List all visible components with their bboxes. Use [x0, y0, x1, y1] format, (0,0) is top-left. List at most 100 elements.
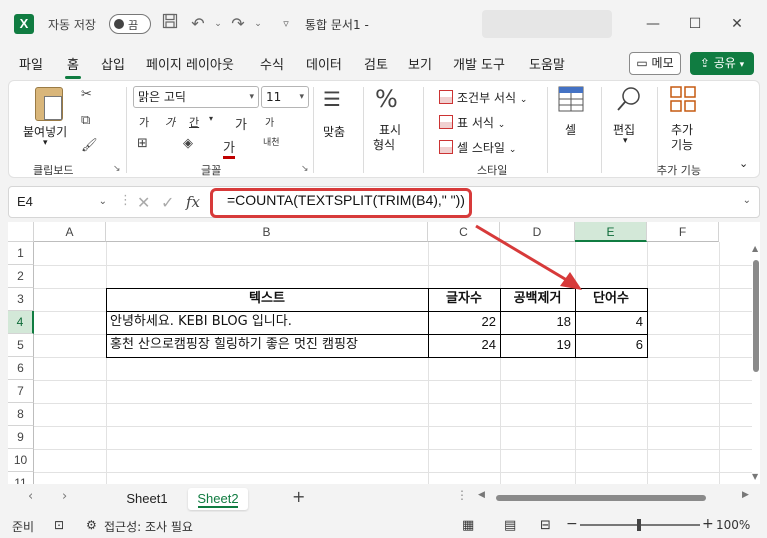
- column-header-a[interactable]: A: [34, 222, 106, 242]
- page-layout-view-icon[interactable]: ▤: [504, 518, 516, 533]
- row-header-9[interactable]: 9: [8, 426, 34, 449]
- vertical-scroll-thumb[interactable]: [753, 260, 759, 372]
- paste-dropdown-icon[interactable]: ▾: [43, 138, 48, 148]
- expand-formula-bar-icon[interactable]: ⌄: [743, 195, 751, 206]
- autosave-toggle[interactable]: 끔: [109, 14, 151, 34]
- vertical-scrollbar[interactable]: ▲ ▼: [752, 242, 760, 484]
- paste-icon[interactable]: [35, 87, 63, 121]
- row-header-11[interactable]: 11: [8, 472, 34, 484]
- scroll-down-icon[interactable]: ▼: [752, 472, 758, 481]
- editing-dropdown-icon[interactable]: ▾: [623, 136, 628, 146]
- conditional-format-button[interactable]: 조건부 서식 ⌄: [439, 89, 527, 106]
- tab-formulas[interactable]: 수식: [260, 54, 284, 73]
- tab-developer[interactable]: 개발 도구: [453, 54, 505, 73]
- page-break-view-icon[interactable]: ⊟: [540, 518, 551, 533]
- zoom-level[interactable]: 100%: [716, 518, 750, 532]
- table-cell[interactable]: 4: [575, 311, 647, 334]
- tab-review[interactable]: 검토: [364, 54, 388, 73]
- row-header-5[interactable]: 5: [8, 334, 34, 357]
- table-format-button[interactable]: 표 서식 ⌄: [439, 114, 505, 131]
- redo-dropdown-icon[interactable]: ⌄: [248, 13, 268, 35]
- row-header-6[interactable]: 6: [8, 357, 34, 380]
- redo-icon[interactable]: ↷: [228, 13, 248, 35]
- tab-file[interactable]: 파일: [19, 54, 43, 73]
- row-header-7[interactable]: 7: [8, 380, 34, 403]
- tab-split-handle[interactable]: ⋮: [456, 488, 468, 502]
- font-name-select[interactable]: 맑은 고딕 ▾: [133, 86, 259, 108]
- scroll-right-icon[interactable]: ▶: [742, 490, 749, 500]
- shrink-font-button[interactable]: 가: [265, 114, 274, 129]
- zoom-out-icon[interactable]: −: [566, 516, 578, 532]
- alignment-label[interactable]: 맞춤: [323, 123, 345, 140]
- number-format-label-2[interactable]: 형식: [373, 136, 395, 153]
- phonetic-button[interactable]: 내천: [263, 135, 280, 148]
- tab-insert[interactable]: 삽입: [101, 54, 125, 73]
- tab-view[interactable]: 보기: [408, 54, 432, 73]
- tab-page-layout[interactable]: 페이지 레이아웃: [146, 54, 234, 73]
- close-icon[interactable]: ✕: [722, 12, 752, 36]
- horizontal-scroll-thumb[interactable]: [496, 495, 706, 501]
- macro-record-icon[interactable]: ⊡: [54, 518, 64, 532]
- underline-dropdown-icon[interactable]: ▾: [209, 114, 213, 123]
- table-cell[interactable]: 19: [500, 334, 575, 357]
- column-header-f[interactable]: F: [647, 222, 719, 242]
- zoom-in-icon[interactable]: +: [702, 516, 714, 532]
- underline-button[interactable]: 간: [189, 114, 199, 130]
- collapse-ribbon-icon[interactable]: ⌄: [739, 157, 748, 170]
- minimize-icon[interactable]: —: [638, 12, 668, 36]
- table-cell[interactable]: 6: [575, 334, 647, 357]
- share-button[interactable]: ⇪ 공유 ▾: [690, 52, 754, 75]
- table-cell[interactable]: 안녕하세요. KEBI BLOG 입니다.: [106, 311, 428, 334]
- row-header-3[interactable]: 3: [8, 288, 34, 311]
- row-header-8[interactable]: 8: [8, 403, 34, 426]
- accessibility-icon[interactable]: ⚙: [86, 518, 97, 532]
- name-box[interactable]: E4 ⌄: [9, 187, 113, 217]
- add-ins-label-2[interactable]: 기능: [671, 136, 693, 153]
- horizontal-scrollbar[interactable]: ◀ ▶: [478, 490, 754, 503]
- cell-style-button[interactable]: 셀 스타일 ⌄: [439, 139, 516, 156]
- enter-icon[interactable]: ✓: [161, 193, 174, 212]
- memo-button[interactable]: ▭ 메모: [629, 52, 681, 75]
- format-painter-icon[interactable]: 🖌: [81, 138, 98, 153]
- copy-icon[interactable]: ⧉: [81, 113, 90, 128]
- font-launcher-icon[interactable]: ↘: [301, 164, 309, 174]
- table-header-char-count[interactable]: 글자수: [428, 288, 500, 311]
- scroll-up-icon[interactable]: ▲: [752, 244, 758, 253]
- column-header-b[interactable]: B: [106, 222, 428, 242]
- row-header-1[interactable]: 1: [8, 242, 34, 265]
- add-ins-icon[interactable]: [669, 85, 697, 119]
- row-header-4[interactable]: 4: [8, 311, 34, 334]
- add-sheet-button[interactable]: +: [292, 487, 305, 506]
- table-cell[interactable]: 18: [500, 311, 575, 334]
- table-cell[interactable]: 22: [428, 311, 500, 334]
- font-color-button[interactable]: 가: [223, 137, 235, 159]
- table-header-text[interactable]: 텍스트: [106, 288, 428, 311]
- cut-icon[interactable]: ✂: [81, 87, 92, 102]
- clipboard-launcher-icon[interactable]: ↘: [113, 164, 121, 174]
- worksheet-grid[interactable]: A B C D E F 1 2 3 4 5 6 7 8 9 10 11 텍스트 …: [8, 222, 760, 484]
- search-icon[interactable]: [615, 85, 643, 119]
- table-header-word-count[interactable]: 단어수: [575, 288, 647, 311]
- sheet-tab-sheet1[interactable]: Sheet1: [114, 488, 180, 510]
- row-header-10[interactable]: 10: [8, 449, 34, 472]
- next-sheet-icon[interactable]: ›: [62, 489, 67, 504]
- fill-color-icon[interactable]: ◈: [183, 136, 193, 151]
- table-cell[interactable]: 24: [428, 334, 500, 357]
- tab-home[interactable]: 홈: [65, 54, 81, 79]
- cells-icon[interactable]: [557, 85, 585, 119]
- grow-font-button[interactable]: 가: [235, 114, 247, 133]
- normal-view-icon[interactable]: ▦: [462, 518, 474, 533]
- accessibility-status[interactable]: 접근성: 조사 필요: [104, 518, 193, 535]
- insert-function-button[interactable]: fx: [186, 193, 200, 211]
- previous-sheet-icon[interactable]: ‹: [28, 489, 33, 504]
- column-header-d[interactable]: D: [500, 222, 575, 242]
- tab-help[interactable]: 도움말: [529, 54, 565, 73]
- undo-icon[interactable]: ↶: [188, 13, 208, 35]
- row-header-2[interactable]: 2: [8, 265, 34, 288]
- undo-dropdown-icon[interactable]: ⌄: [208, 13, 228, 35]
- select-all-corner[interactable]: [8, 222, 34, 242]
- zoom-slider-knob[interactable]: [637, 519, 641, 531]
- table-cell[interactable]: 홍천 산으로캠핑장 힐링하기 좋은 멋진 캠핑장: [106, 334, 428, 357]
- column-header-e[interactable]: E: [575, 222, 647, 242]
- alignment-icon[interactable]: ☰: [323, 87, 341, 111]
